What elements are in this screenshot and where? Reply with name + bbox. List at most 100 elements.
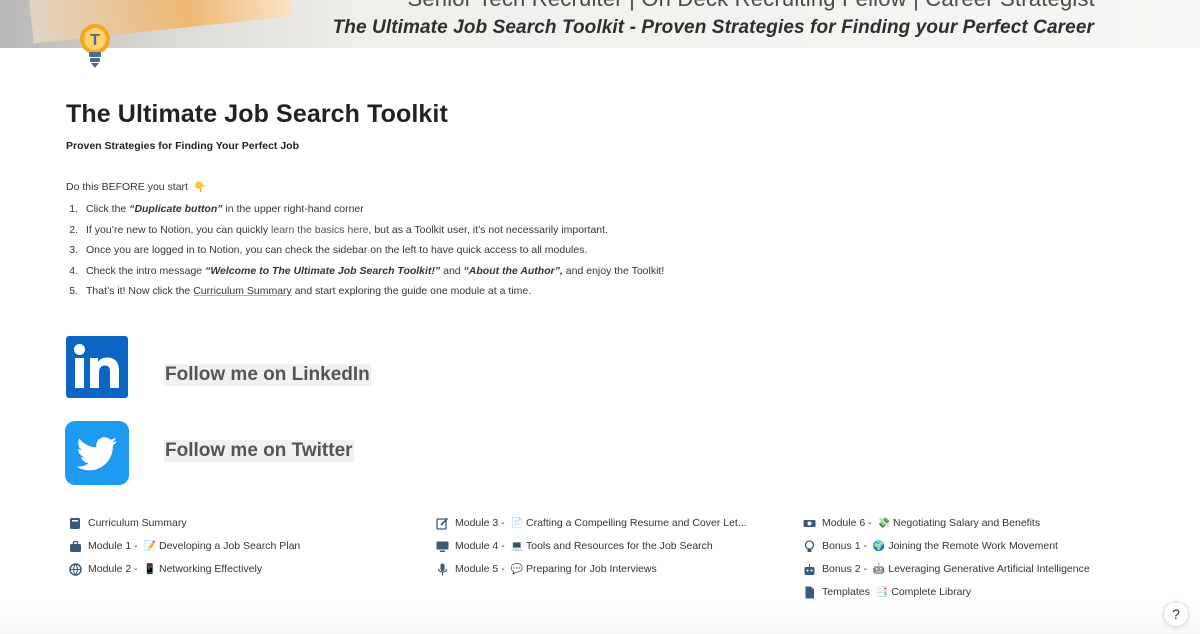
microphone-icon bbox=[435, 563, 449, 577]
module-title: Crafting a Compelling Resume and Cover L… bbox=[525, 517, 747, 529]
cover-title: The Ultimate Job Search Toolkit - Proven… bbox=[332, 17, 1094, 38]
module-number: Module 1 - bbox=[88, 540, 141, 552]
bonus-2-link[interactable]: Bonus 2 - 🤖 Leveraging Generative Artific… bbox=[802, 558, 1090, 581]
module-number: Bonus 1 - bbox=[822, 540, 870, 552]
step-item: 1. Click the “Duplicate button” in the u… bbox=[66, 202, 1066, 223]
book-icon bbox=[68, 517, 82, 531]
monitor-icon bbox=[435, 540, 449, 554]
svg-text:T: T bbox=[90, 32, 100, 49]
step-emphasis: “About the Author”, bbox=[463, 264, 563, 277]
templates-link[interactable]: Templates 📑 Complete Library bbox=[802, 581, 1090, 604]
step-number: 4. bbox=[69, 264, 78, 277]
briefcase-icon bbox=[68, 540, 82, 554]
follow-linkedin-link[interactable]: Follow me on LinkedIn bbox=[164, 364, 371, 386]
learn-basics-link[interactable]: learn the basics here bbox=[271, 224, 368, 236]
help-button[interactable]: ? bbox=[1163, 601, 1189, 627]
module-column-2: Module 3 - 📄 Crafting a Compelling Resume… bbox=[435, 512, 747, 581]
module-link-label: Curriculum Summary bbox=[88, 517, 187, 529]
step-text-part: Click the bbox=[86, 203, 130, 215]
step-number: 2. bbox=[69, 223, 78, 236]
module-link-text: Module 2 - 📱 Networking Effectively bbox=[88, 563, 262, 576]
module-title: Negotiating Salary and Benefits bbox=[892, 517, 1041, 529]
follow-twitter-link[interactable]: Follow me on Twitter bbox=[164, 440, 354, 462]
module-number: Module 2 - bbox=[88, 563, 141, 575]
memo-emoji-icon: 📝 bbox=[143, 541, 156, 552]
module-title: Tools and Resources for the Job Search bbox=[525, 540, 713, 552]
module-column-3: Module 6 - 💸 Negotiating Salary and Benef… bbox=[802, 512, 1090, 604]
module-link-text: Bonus 1 - 🌍 Joining the Remote Work Movem… bbox=[822, 540, 1058, 553]
module-link-text: Module 1 - 📝 Developing a Job Search Plan bbox=[88, 540, 300, 553]
module-6-link[interactable]: Module 6 - 💸 Negotiating Salary and Benef… bbox=[802, 512, 1090, 535]
step-text: If you’re new to Notion, you can quickly… bbox=[86, 223, 608, 244]
module-title: Developing a Job Search Plan bbox=[158, 540, 301, 552]
cover-decoration bbox=[27, 0, 293, 44]
module-number: Bonus 2 - bbox=[822, 563, 870, 575]
step-text-part: and bbox=[440, 264, 464, 277]
module-link-text: Module 6 - 💸 Negotiating Salary and Benef… bbox=[822, 517, 1040, 530]
step-text-part: and enjoy the Toolkit! bbox=[562, 264, 665, 277]
module-link-text: Bonus 2 - 🤖 Leveraging Generative Artific… bbox=[822, 563, 1090, 576]
step-text-part: , but as a Toolkit user, it’s not necess… bbox=[368, 223, 608, 236]
step-text-part: and start exploring the guide one module… bbox=[291, 285, 532, 298]
module-number: Module 4 - bbox=[455, 540, 508, 552]
module-1-link[interactable]: Module 1 - 📝 Developing a Job Search Plan bbox=[68, 535, 300, 558]
module-2-link[interactable]: Module 2 - 📱 Networking Effectively bbox=[68, 558, 300, 581]
cover-top-text: Senior Tech Recruiter | On Deck Recruiti… bbox=[407, 0, 1095, 12]
document-icon bbox=[802, 586, 816, 600]
step-number: 5. bbox=[69, 285, 78, 298]
cover-banner: Senior Tech Recruiter | On Deck Recruiti… bbox=[0, 0, 1200, 48]
step-text: Once you are logged in to Notion, you ca… bbox=[86, 244, 588, 257]
module-link-text: Module 3 - 📄 Crafting a Compelling Resume… bbox=[455, 517, 747, 530]
twitter-logo-icon[interactable] bbox=[65, 421, 129, 485]
edit-icon bbox=[435, 517, 449, 531]
robot-emoji-icon: 🤖 bbox=[872, 564, 886, 575]
step-item: 2. If you’re new to Notion, you can quic… bbox=[66, 223, 1066, 244]
lightbulb-small-icon bbox=[802, 540, 816, 554]
module-4-link[interactable]: Module 4 - 💻 Tools and Resources for the … bbox=[435, 535, 747, 558]
step-text-part: in the upper right-hand corner bbox=[222, 203, 364, 215]
module-number: Templates bbox=[822, 586, 873, 598]
bonus-1-link[interactable]: Bonus 1 - 🌍 Joining the Remote Work Movem… bbox=[802, 535, 1090, 558]
bookmark-tabs-emoji-icon: 📑 bbox=[875, 587, 889, 598]
module-title: Joining the Remote Work Movement bbox=[888, 540, 1058, 552]
bottom-fade bbox=[0, 605, 1200, 634]
module-title: Complete Library bbox=[891, 586, 972, 598]
lightbulb-icon[interactable]: T bbox=[77, 22, 113, 72]
step-text: That’s it! Now click the Curriculum Summ… bbox=[86, 284, 531, 305]
speech-bubble-emoji-icon: 💬 bbox=[510, 564, 523, 575]
step-number: 3. bbox=[69, 244, 78, 257]
step-text: Check the intro message “Welcome to The … bbox=[86, 264, 664, 285]
globe-emoji-icon: 🌍 bbox=[872, 541, 886, 552]
step-text-part: Check the intro message bbox=[86, 264, 206, 277]
module-number: Module 3 - bbox=[455, 517, 508, 529]
money-wings-emoji-icon: 💸 bbox=[877, 518, 890, 529]
page-emoji-icon: 📄 bbox=[510, 518, 523, 529]
step-item: 5. That’s it! Now click the Curriculum S… bbox=[66, 284, 1066, 305]
module-title: Leveraging Generative Artificial Intelli… bbox=[888, 563, 1090, 575]
module-3-link[interactable]: Module 3 - 📄 Crafting a Compelling Resume… bbox=[435, 512, 747, 535]
intro-label: Do this BEFORE you start bbox=[66, 181, 188, 193]
module-number: Module 5 - bbox=[455, 563, 508, 575]
module-number: Module 6 - bbox=[822, 517, 875, 529]
step-emphasis: “Welcome to The Ultimate Job Search Tool… bbox=[205, 264, 441, 277]
module-5-link[interactable]: Module 5 - 💬 Preparing for Job Interviews bbox=[435, 558, 747, 581]
linkedin-logo-icon[interactable] bbox=[66, 336, 128, 398]
steps-list: 1. Click the “Duplicate button” in the u… bbox=[66, 202, 1066, 305]
laptop-emoji-icon: 💻 bbox=[510, 541, 523, 552]
curriculum-summary-link[interactable]: Curriculum Summary bbox=[193, 285, 292, 297]
robot-icon bbox=[802, 563, 816, 577]
module-link-text: Templates 📑 Complete Library bbox=[822, 586, 971, 599]
module-title: Preparing for Job Interviews bbox=[525, 563, 657, 575]
step-emphasis: “Duplicate button” bbox=[129, 203, 223, 215]
module-column-1: Curriculum Summary Module 1 - 📝 Developin… bbox=[68, 512, 300, 581]
money-icon bbox=[802, 517, 816, 531]
module-title: Networking Effectively bbox=[158, 563, 263, 575]
step-item: 4. Check the intro message “Welcome to T… bbox=[66, 264, 1066, 285]
step-text-part: That’s it! Now click the bbox=[86, 285, 194, 298]
phone-emoji-icon: 📱 bbox=[143, 564, 156, 575]
step-number: 1. bbox=[69, 203, 78, 215]
step-text-part: If you’re new to Notion, you can quickly bbox=[86, 223, 272, 236]
curriculum-summary-link-item[interactable]: Curriculum Summary bbox=[68, 512, 300, 535]
step-text: Click the “Duplicate button” in the uppe… bbox=[86, 202, 364, 223]
intro-text: Do this BEFORE you start 👇 bbox=[66, 181, 209, 193]
